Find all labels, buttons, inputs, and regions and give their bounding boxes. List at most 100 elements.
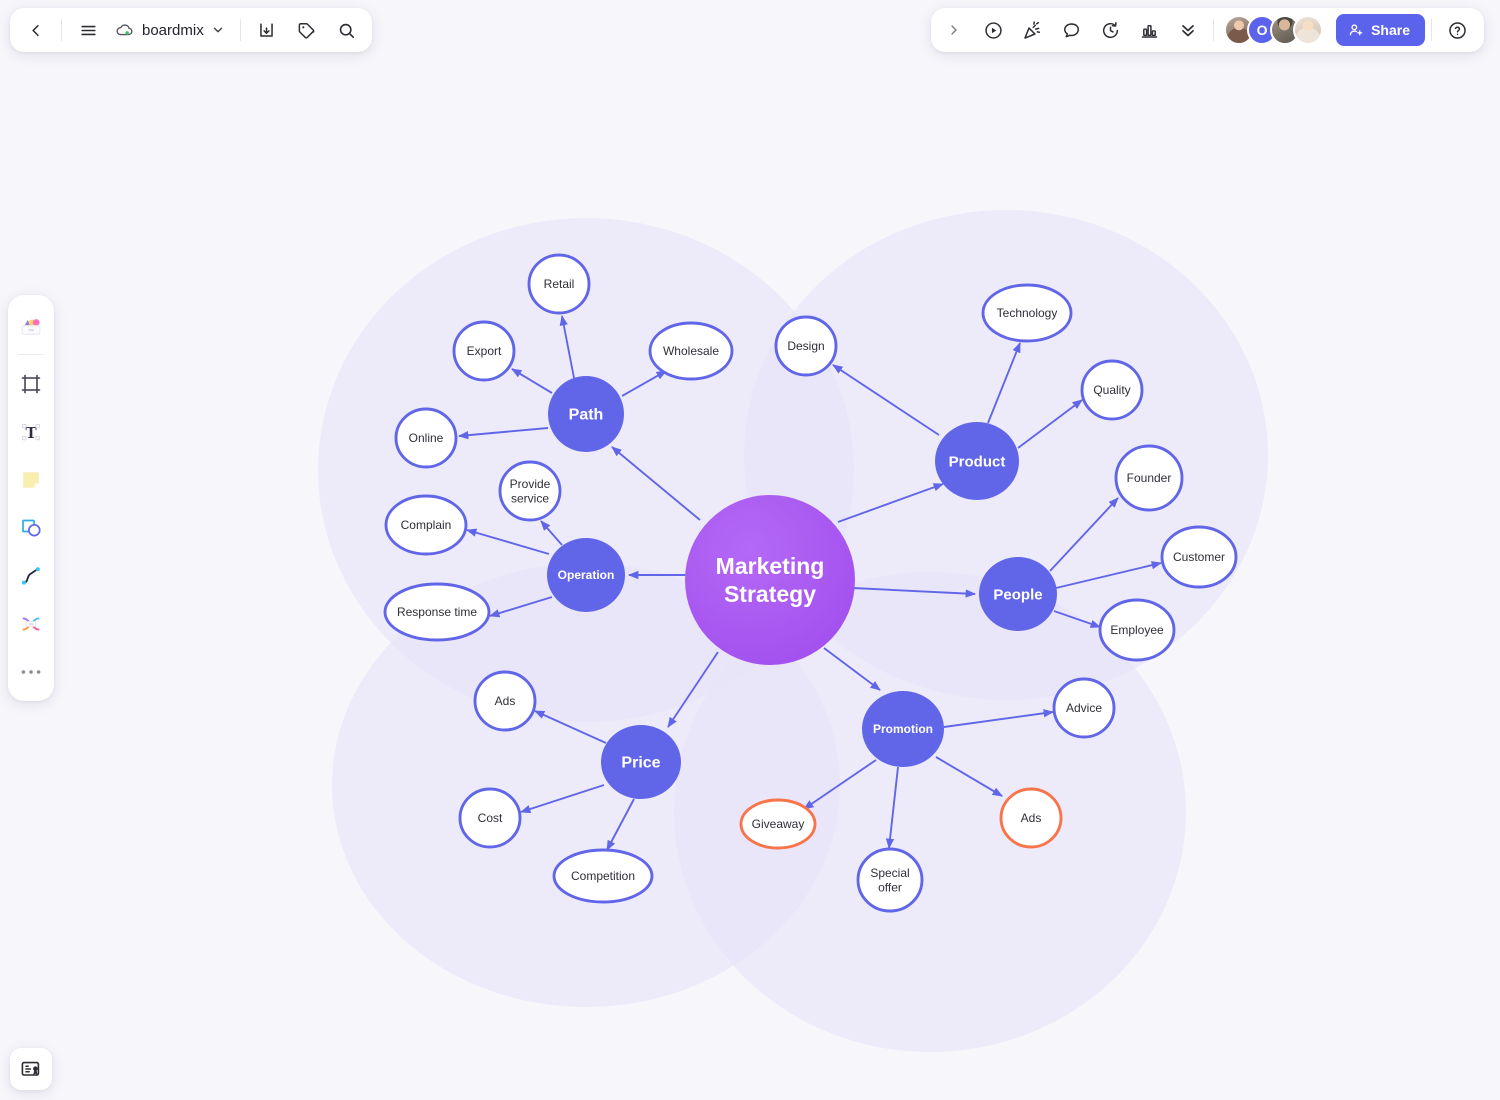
node-cost[interactable]: Cost bbox=[458, 787, 522, 849]
document-title: boardmix bbox=[142, 21, 204, 39]
top-left-toolbar: boardmix bbox=[10, 8, 372, 52]
node-employee[interactable]: Employee bbox=[1098, 598, 1176, 662]
node-product-label: Product bbox=[949, 453, 1006, 470]
tag-button[interactable] bbox=[288, 11, 326, 49]
node-promotion-label: Promotion bbox=[873, 722, 933, 736]
tool-mindmap[interactable] bbox=[9, 601, 53, 647]
bar-chart-icon bbox=[1141, 24, 1157, 38]
node-ads-promotion-label: Ads bbox=[1021, 811, 1042, 825]
board-canvas[interactable]: Path Operation Product People Price Promotion… bbox=[0, 0, 1500, 1100]
play-circle-icon bbox=[984, 21, 1002, 39]
present-button[interactable] bbox=[974, 11, 1012, 49]
node-quality-label: Quality bbox=[1093, 383, 1130, 397]
node-response-time[interactable]: Response time bbox=[383, 582, 491, 642]
node-provide-service-label: Provide service bbox=[510, 477, 551, 506]
node-design-label: Design bbox=[787, 339, 824, 353]
cloud-saved-icon bbox=[116, 24, 133, 36]
tool-pen[interactable] bbox=[9, 553, 53, 599]
node-advice[interactable]: Advice bbox=[1052, 677, 1116, 739]
party-popper-icon bbox=[1023, 20, 1040, 39]
node-technology-label: Technology bbox=[997, 306, 1058, 320]
node-export[interactable]: Export bbox=[452, 320, 516, 382]
presentation-mode-button[interactable] bbox=[10, 1048, 52, 1090]
history-clock-icon bbox=[1102, 21, 1118, 38]
chart-button[interactable] bbox=[1130, 11, 1168, 49]
document-title-chip[interactable]: boardmix bbox=[109, 11, 233, 49]
node-marketing-strategy[interactable]: Marketing Strategy bbox=[685, 495, 855, 665]
node-product[interactable]: Product bbox=[935, 422, 1019, 500]
chevron-left-icon bbox=[31, 24, 39, 36]
tool-text[interactable]: T bbox=[9, 409, 53, 455]
more-tools-button[interactable] bbox=[1169, 11, 1207, 49]
node-response-time-label: Response time bbox=[397, 605, 477, 619]
node-technology[interactable]: Technology bbox=[981, 283, 1073, 343]
node-competition-label: Competition bbox=[571, 869, 635, 883]
node-provide-service[interactable]: Provide service bbox=[498, 460, 562, 522]
node-people[interactable]: People bbox=[979, 557, 1057, 631]
node-operation[interactable]: Operation bbox=[547, 538, 625, 612]
add-person-icon bbox=[1349, 24, 1363, 36]
tool-sticky-note[interactable] bbox=[9, 457, 53, 503]
node-giveaway[interactable]: Giveaway bbox=[739, 798, 817, 850]
menu-button[interactable] bbox=[69, 11, 107, 49]
mindmap-diagram[interactable]: Path Operation Product People Price Promotion… bbox=[0, 0, 1500, 1100]
tag-icon bbox=[298, 22, 315, 39]
node-design[interactable]: Design bbox=[774, 315, 838, 377]
comment-button[interactable] bbox=[1052, 11, 1090, 49]
tool-templates[interactable] bbox=[9, 303, 53, 349]
divider bbox=[1213, 19, 1215, 41]
tool-shapes[interactable] bbox=[9, 505, 53, 551]
node-price[interactable]: Price bbox=[601, 725, 681, 799]
divider bbox=[1431, 19, 1432, 41]
node-promotion[interactable]: Promotion bbox=[862, 691, 944, 767]
node-people-label: People bbox=[993, 586, 1042, 603]
collaborator-avatars: O bbox=[1220, 15, 1327, 45]
node-retail[interactable]: Retail bbox=[527, 253, 591, 315]
node-customer[interactable]: Customer bbox=[1160, 525, 1238, 589]
node-quality[interactable]: Quality bbox=[1080, 359, 1144, 421]
node-path[interactable]: Path bbox=[548, 376, 624, 452]
node-advice-label: Advice bbox=[1066, 701, 1102, 715]
node-giveaway-label: Giveaway bbox=[752, 817, 805, 831]
divider bbox=[18, 354, 44, 355]
node-marketing-strategy-shape bbox=[685, 495, 855, 665]
divider bbox=[239, 19, 241, 41]
node-operation-label: Operation bbox=[558, 568, 615, 582]
comment-bubble-icon bbox=[1063, 22, 1079, 37]
left-tool-rail: T bbox=[8, 295, 54, 701]
divider bbox=[61, 19, 62, 41]
presentation-board-icon bbox=[21, 1061, 40, 1076]
node-complain-label: Complain bbox=[401, 518, 452, 532]
top-right-toolbar: O Share bbox=[931, 8, 1484, 52]
download-icon bbox=[260, 22, 273, 37]
collaborator-4[interactable] bbox=[1293, 15, 1324, 45]
search-button[interactable] bbox=[328, 11, 366, 49]
version-history-button[interactable] bbox=[1091, 11, 1129, 49]
node-wholesale[interactable]: Wholesale bbox=[648, 321, 734, 381]
node-cost-label: Cost bbox=[478, 811, 503, 825]
node-founder[interactable]: Founder bbox=[1114, 444, 1184, 512]
shapes-icon bbox=[22, 519, 41, 537]
node-ads-promotion[interactable]: Ads bbox=[999, 787, 1063, 849]
node-special-offer[interactable]: Special offer bbox=[856, 847, 924, 913]
node-employee-label: Employee bbox=[1110, 623, 1164, 637]
node-online[interactable]: Online bbox=[394, 407, 458, 469]
node-complain[interactable]: Complain bbox=[384, 494, 468, 556]
more-dots-icon bbox=[21, 670, 41, 674]
export-button[interactable] bbox=[248, 11, 286, 49]
double-chevron-down-icon bbox=[1182, 25, 1194, 37]
tool-more[interactable] bbox=[9, 649, 53, 695]
hamburger-menu-icon bbox=[80, 25, 96, 35]
tool-frame[interactable] bbox=[9, 361, 53, 407]
node-ads-price[interactable]: Ads bbox=[473, 670, 537, 732]
expand-panel-button[interactable] bbox=[935, 11, 973, 49]
node-retail-label: Retail bbox=[544, 277, 575, 291]
help-button[interactable] bbox=[1438, 11, 1476, 49]
node-competition[interactable]: Competition bbox=[552, 848, 654, 904]
node-export-label: Export bbox=[467, 344, 502, 358]
chevron-down-icon bbox=[213, 27, 222, 33]
node-ads-price-label: Ads bbox=[495, 694, 516, 708]
share-button[interactable]: Share bbox=[1336, 14, 1425, 46]
back-button[interactable] bbox=[16, 11, 54, 49]
celebrate-button[interactable] bbox=[1013, 11, 1051, 49]
